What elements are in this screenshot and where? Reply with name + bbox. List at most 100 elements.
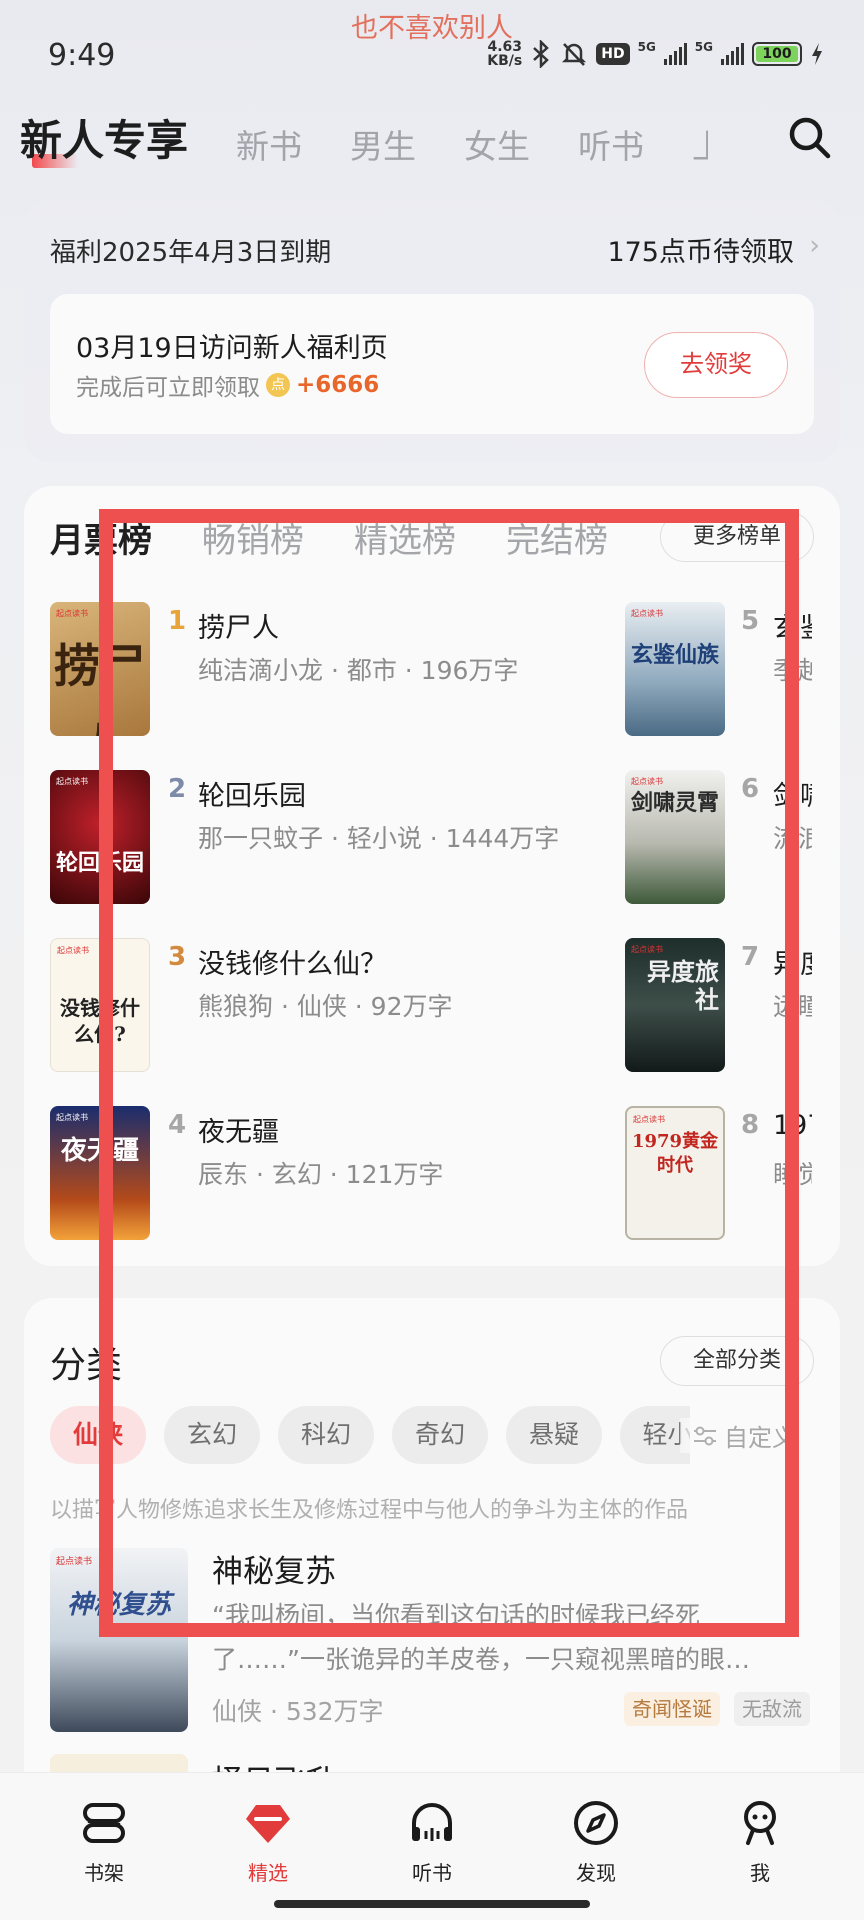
signal-2-icon (721, 43, 744, 65)
book-cover: 起点读书 轮回乐园 (50, 770, 150, 904)
ranking-item[interactable]: 起点读书 没钱修什么仙? 3 没钱修什么仙？ 熊狼狗 · 仙侠 · 92万字 (50, 938, 610, 1072)
book-cover-text: 夜无疆 (60, 1136, 139, 1166)
book-cover: 起点读书 夜无疆 (50, 1106, 150, 1240)
book-cover-text: 异度旅社 (647, 957, 719, 1014)
sliders-icon (694, 1426, 716, 1445)
book-meta: 纯洁滴小龙 · 都市 · 196万字 (198, 656, 519, 685)
home-indicator[interactable] (274, 1900, 590, 1908)
featured-book-desc: “我叫杨间，当你看到这句话的时候我已经死了……”一张诡异的羊皮卷，一只窥视黑暗的… (212, 1601, 750, 1674)
customize-categories-button[interactable]: 自定义 (680, 1418, 830, 1453)
chip-xianxia[interactable]: 仙侠 (50, 1406, 146, 1464)
coin-icon: 点 (266, 373, 290, 397)
book-meta: 熊狼狗 · 仙侠 · 92万字 (198, 992, 453, 1021)
rank-number: 2 (168, 774, 187, 804)
book-cover: 起点读书 异度旅社 (625, 938, 725, 1072)
more-rankings-button[interactable]: 更多榜单 (660, 512, 814, 562)
rank-number: 7 (741, 942, 760, 972)
rank-number: 6 (741, 774, 760, 804)
book-meta: 流浪 (773, 824, 812, 853)
featured-cover-text: 神秘复苏 (66, 1590, 171, 1620)
featured-book-cover[interactable]: 起点读书 神秘复苏 (50, 1548, 188, 1732)
nav-label: 书架 (84, 1861, 124, 1885)
status-icons: 4.63 KB/s HD 5G 5G 100 (487, 40, 824, 68)
all-categories-button[interactable]: 全部分类 (660, 1336, 814, 1386)
book-meta: 辰东 · 玄幻 · 121万字 (198, 1160, 444, 1189)
nav-bookshelf[interactable]: 书架 (44, 1773, 164, 1920)
net-speed: 4.63 KB/s (487, 39, 523, 69)
book-cover-text: 剑啸灵霄 (630, 790, 719, 816)
tab-selected[interactable]: 精选榜 (354, 513, 456, 562)
book-cover-text: 捞尸人 (54, 639, 146, 736)
book-cover: 起点读书 玄鉴仙族 (625, 602, 725, 736)
top-tabs: 新人专享 新书 男生 女生 听书 上 (20, 108, 708, 168)
ranking-item[interactable]: 起点读书 夜无疆 4 夜无疆 辰东 · 玄幻 · 121万字 (50, 1106, 610, 1240)
nav-audiobooks[interactable]: 听书 (372, 1773, 492, 1920)
bottom-nav: 书架 精选 听书 发现 我 (0, 1772, 864, 1920)
book-cover: 起点读书 剑啸灵霄 (625, 770, 725, 904)
ranking-item[interactable]: 起点读书1979黄金时代 8 1979 睡觉 (625, 1106, 812, 1240)
category-description: 以描写人物修炼追求长生及修炼过程中与他人的争斗为主体的作品 (50, 1498, 689, 1523)
book-tag: 奇闻怪诞 (624, 1692, 720, 1726)
pending-coins-link[interactable]: 175点币待领取 (607, 230, 794, 269)
search-icon[interactable] (784, 112, 836, 164)
book-title: 捞尸人 (198, 613, 279, 644)
chip-xuanhuan[interactable]: 玄幻 (164, 1406, 260, 1464)
ranking-item[interactable]: 起点读书玄鉴仙族 5 玄鉴 季越 (625, 602, 812, 736)
tab-bestseller[interactable]: 畅销榜 (202, 513, 304, 562)
rank-number: 5 (741, 606, 760, 636)
featured-book-meta: 仙侠 · 532万字 (212, 1697, 384, 1726)
status-time: 9:49 (48, 38, 116, 73)
signal-1-icon (663, 43, 687, 65)
tab-completed[interactable]: 完结榜 (506, 513, 608, 562)
book-title: 异度 (773, 949, 812, 980)
ranking-item[interactable]: 起点读书剑啸灵霄 6 剑啸 流浪 (625, 770, 812, 904)
ranking-item[interactable]: 起点读书捞尸人 1 捞尸人 纯洁滴小龙 · 都市 · 196万字 (50, 602, 610, 736)
ranking-item[interactable]: 起点读书 轮回乐园 2 轮回乐园 那一只蚊子 · 轻小说 · 1444万字 (50, 770, 610, 904)
tab-newcomer[interactable]: 新人专享 (20, 107, 188, 168)
profile-icon (744, 1801, 776, 1845)
rank-number: 3 (168, 942, 187, 972)
book-meta: 睡觉 (773, 1160, 812, 1189)
welfare-task-sub-text: 完成后可立即领取 (76, 375, 260, 401)
welfare-task-sub: 完成后可立即领取 点 +6666 (76, 368, 379, 402)
chip-mystery[interactable]: 悬疑 (506, 1406, 602, 1464)
book-title: 1979 (773, 1110, 812, 1141)
chip-scifi[interactable]: 科幻 (278, 1406, 374, 1464)
tab-peek[interactable]: 上 (692, 120, 708, 168)
tab-monthly-ticket[interactable]: 月票榜 (50, 513, 152, 562)
rank-number: 8 (741, 1110, 760, 1140)
rank-number: 1 (168, 606, 187, 636)
category-title: 分类 (50, 1345, 123, 1386)
welfare-task-title: 03月19日访问新人福利页 (76, 333, 388, 364)
book-cover-text: 玄鉴仙族 (630, 642, 719, 668)
book-cover-text: 轮回乐园 (55, 850, 144, 876)
tab-female[interactable]: 女生 (464, 120, 530, 168)
tab-audiobooks[interactable]: 听书 (578, 120, 644, 168)
signal-2-label: 5G (694, 40, 713, 54)
tab-new-books[interactable]: 新书 (236, 120, 302, 168)
compass-icon (574, 1801, 618, 1845)
nav-discover[interactable]: 发现 (536, 1773, 656, 1920)
nav-featured[interactable]: 精选 (208, 1773, 328, 1920)
nav-label: 精选 (248, 1861, 288, 1885)
featured-book-title[interactable]: 神秘复苏 (212, 1546, 336, 1591)
chevron-right-icon[interactable]: › (809, 230, 820, 261)
ranking-item[interactable]: 起点读书异度旅社 7 异度 远瞳 (625, 938, 812, 1072)
book-cover: 起点读书捞尸人 (50, 602, 150, 736)
charging-icon (812, 43, 822, 65)
claim-reward-button[interactable]: 去领奖 (644, 332, 788, 398)
book-meta: 远瞳 (773, 992, 812, 1021)
customize-label: 自定义 (724, 1424, 796, 1452)
nav-label: 我 (750, 1861, 770, 1885)
chip-fantasy[interactable]: 奇幻 (392, 1406, 488, 1464)
bluetooth-icon (533, 40, 550, 68)
hd-badge: HD (596, 43, 630, 65)
book-title: 没钱修什么仙？ (198, 949, 387, 980)
rank-number: 4 (168, 1110, 187, 1140)
ranking-list: 起点读书捞尸人 1 捞尸人 纯洁滴小龙 · 都市 · 196万字 起点读书轮回乐… (0, 560, 812, 1260)
book-title: 夜无疆 (198, 1117, 279, 1148)
tab-male[interactable]: 男生 (350, 120, 416, 168)
welfare-expire-text: 福利2025年4月3日到期 (50, 238, 332, 268)
nav-profile[interactable]: 我 (700, 1773, 820, 1920)
book-cover-text: 没钱修什么仙? (60, 996, 140, 1046)
